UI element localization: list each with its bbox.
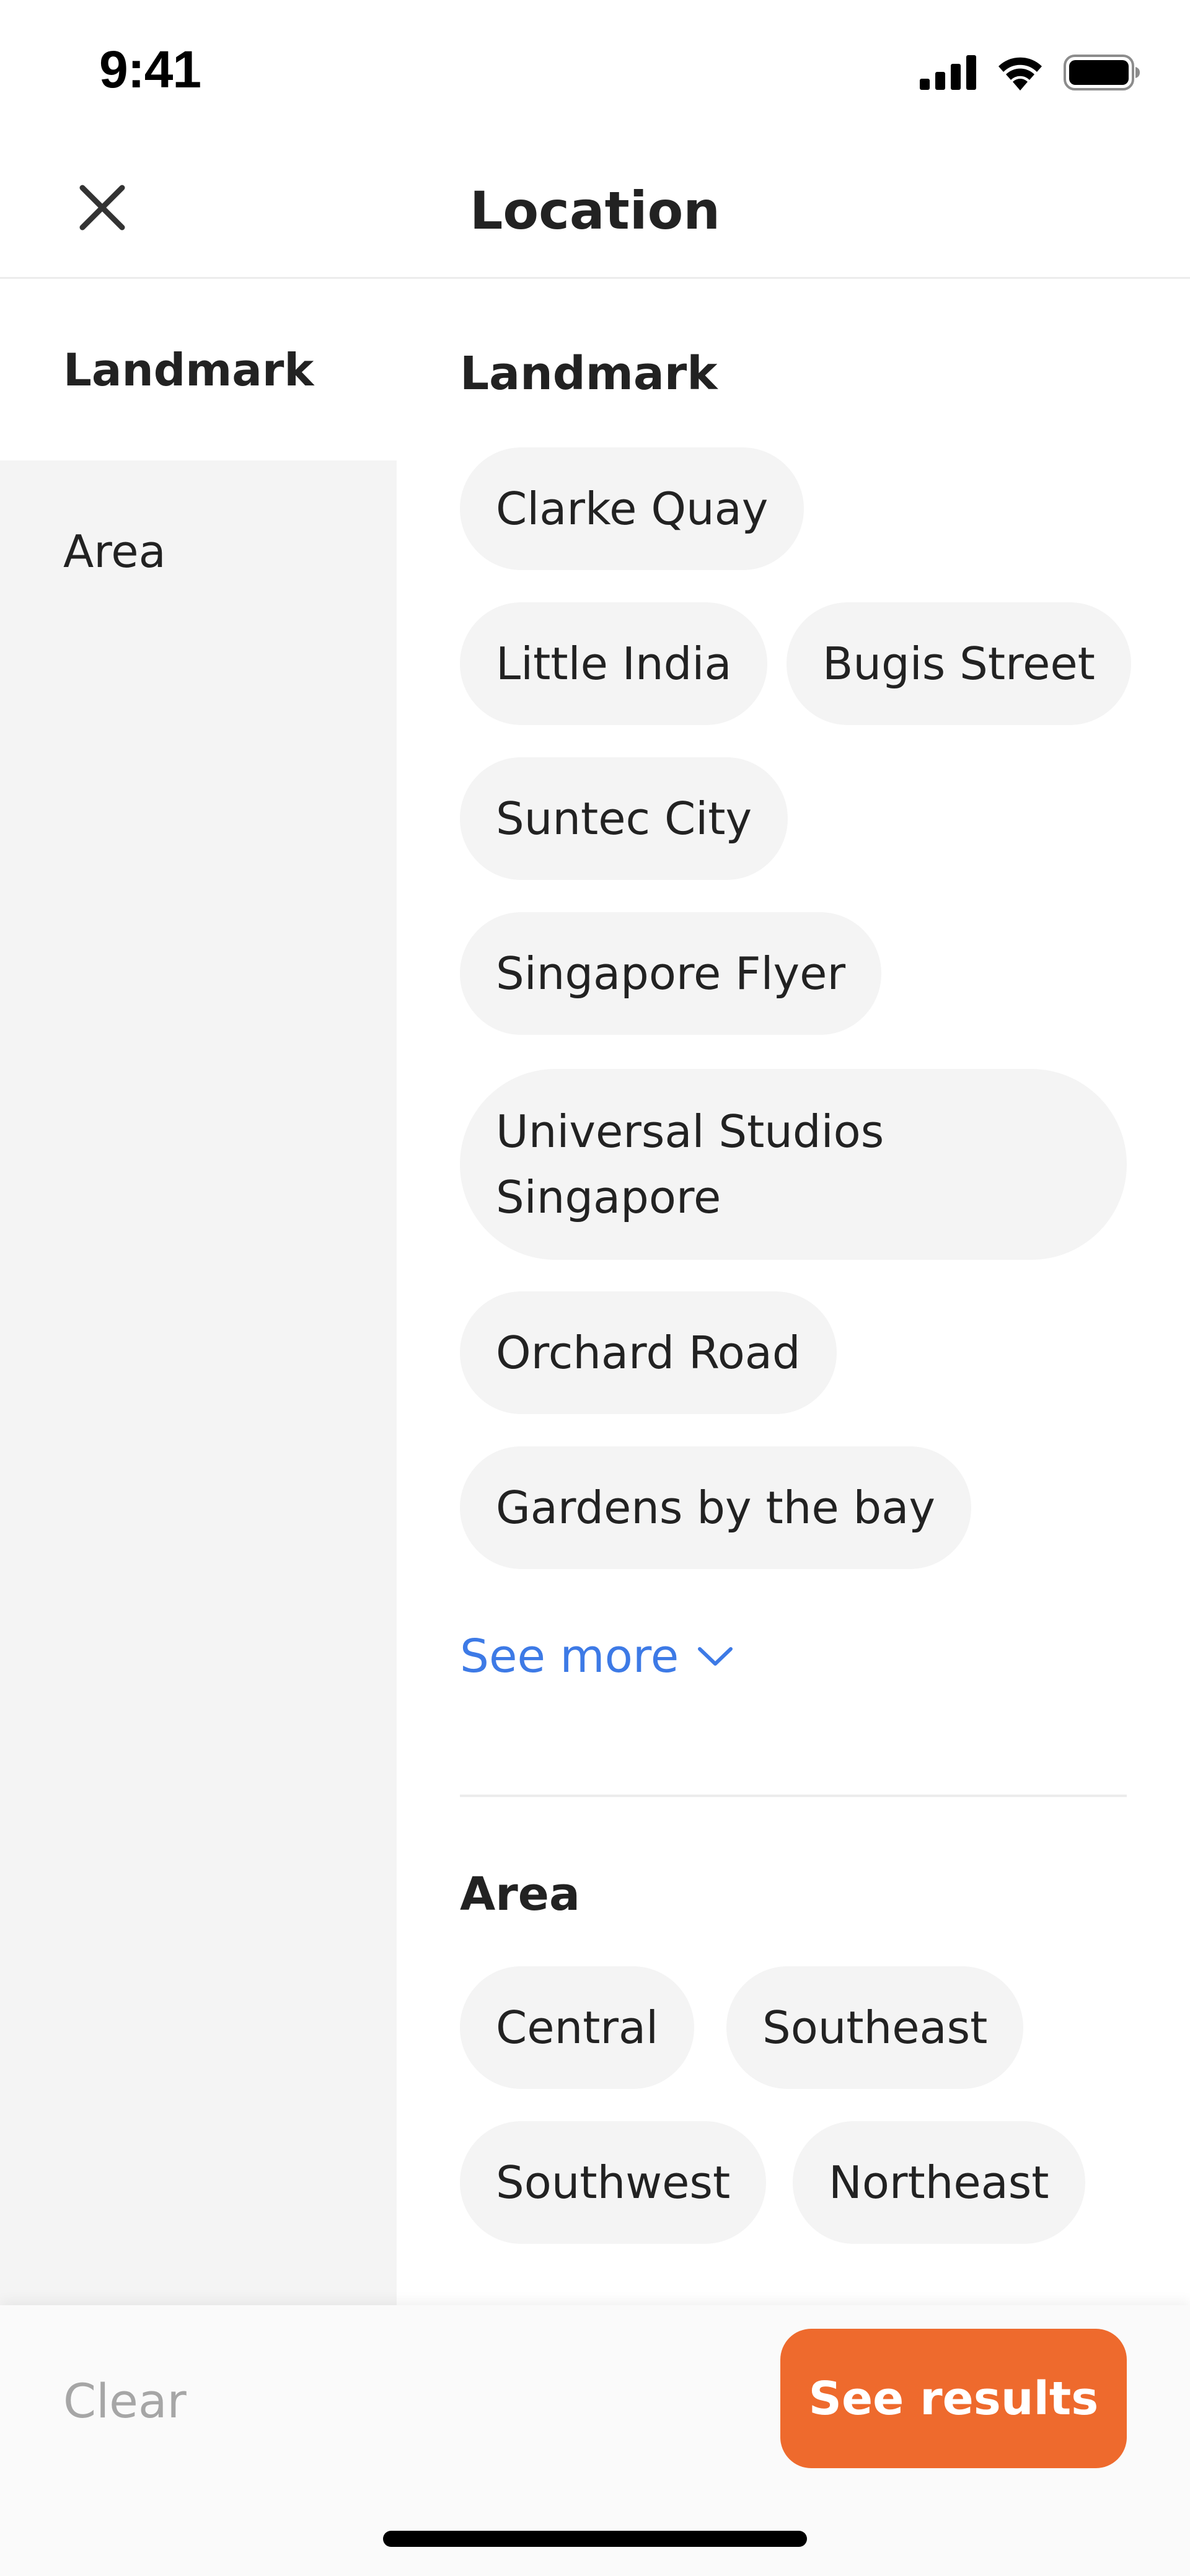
home-indicator bbox=[383, 2531, 807, 2547]
section-title-landmark: Landmark bbox=[460, 347, 718, 400]
status-bar: 9:41 bbox=[0, 0, 1190, 143]
chip-little-india[interactable]: Little India bbox=[460, 602, 768, 725]
chip-universal-studios-singapore[interactable]: Universal Studios Singapore bbox=[460, 1069, 1127, 1260]
see-more-button[interactable]: See more bbox=[460, 1630, 733, 1683]
wifi-icon bbox=[998, 57, 1042, 90]
see-more-label: See more bbox=[460, 1630, 679, 1683]
clear-button[interactable]: Clear bbox=[63, 2373, 187, 2429]
chip-suntec-city[interactable]: Suntec City bbox=[460, 757, 788, 880]
status-time: 9:41 bbox=[99, 40, 201, 99]
chip-clarke-quay[interactable]: Clarke Quay bbox=[460, 447, 804, 570]
chip-northeast[interactable]: Northeast bbox=[793, 2121, 1085, 2244]
sidebar-item-landmark[interactable]: Landmark bbox=[0, 279, 397, 460]
chip-gardens-by-the-bay[interactable]: Gardens by the bay bbox=[460, 1446, 971, 1569]
chip-orchard-road[interactable]: Orchard Road bbox=[460, 1291, 837, 1414]
chip-bugis-street[interactable]: Bugis Street bbox=[787, 602, 1131, 725]
chip-label: Universal Studios Singapore bbox=[496, 1106, 884, 1223]
sidebar-item-label: Area bbox=[63, 525, 166, 578]
footer-action-bar: Clear See results bbox=[0, 2305, 1190, 2576]
section-title-area: Area bbox=[460, 1868, 580, 1921]
chevron-down-icon bbox=[698, 1647, 733, 1666]
category-sidebar: Landmark Area bbox=[0, 279, 397, 2305]
section-divider bbox=[460, 1795, 1127, 1797]
status-icons bbox=[920, 51, 1140, 94]
header: Location bbox=[0, 143, 1190, 279]
battery-icon bbox=[1064, 55, 1140, 90]
chip-southeast[interactable]: Southeast bbox=[726, 1966, 1024, 2089]
sidebar-item-area[interactable]: Area bbox=[0, 460, 397, 642]
sidebar-item-label: Landmark bbox=[63, 343, 314, 396]
see-results-button[interactable]: See results bbox=[780, 2329, 1127, 2468]
page-title: Location bbox=[469, 180, 721, 241]
chip-southwest[interactable]: Southwest bbox=[460, 2121, 767, 2244]
cellular-signal-icon bbox=[920, 55, 976, 90]
chip-central[interactable]: Central bbox=[460, 1966, 695, 2089]
chip-singapore-flyer[interactable]: Singapore Flyer bbox=[460, 912, 882, 1035]
location-filter-screen: 9:41 Location Landmark Area Landmark Cla… bbox=[0, 0, 1190, 2576]
